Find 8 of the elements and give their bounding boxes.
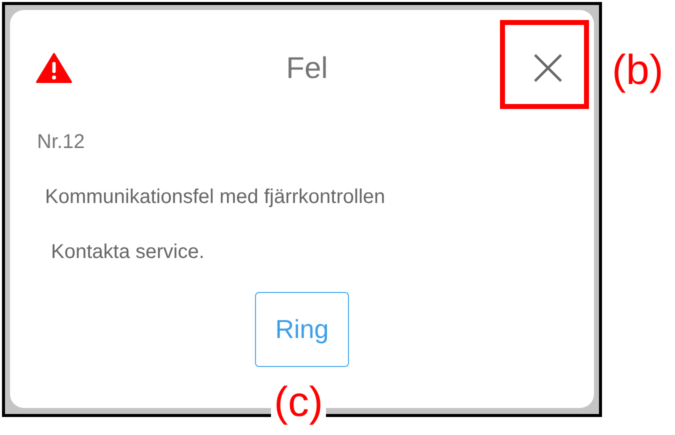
close-icon — [533, 53, 563, 83]
error-message: Kommunikationsfel med fjärrkontrollen — [45, 185, 386, 210]
callout-label: (b) — [612, 45, 664, 95]
error-code: Nr.12 — [37, 130, 85, 155]
dialog-title: Fel — [286, 50, 328, 86]
call-button[interactable]: Ring — [255, 292, 349, 367]
warning-icon — [36, 53, 72, 83]
service-instruction: Kontakta service. — [51, 240, 204, 265]
